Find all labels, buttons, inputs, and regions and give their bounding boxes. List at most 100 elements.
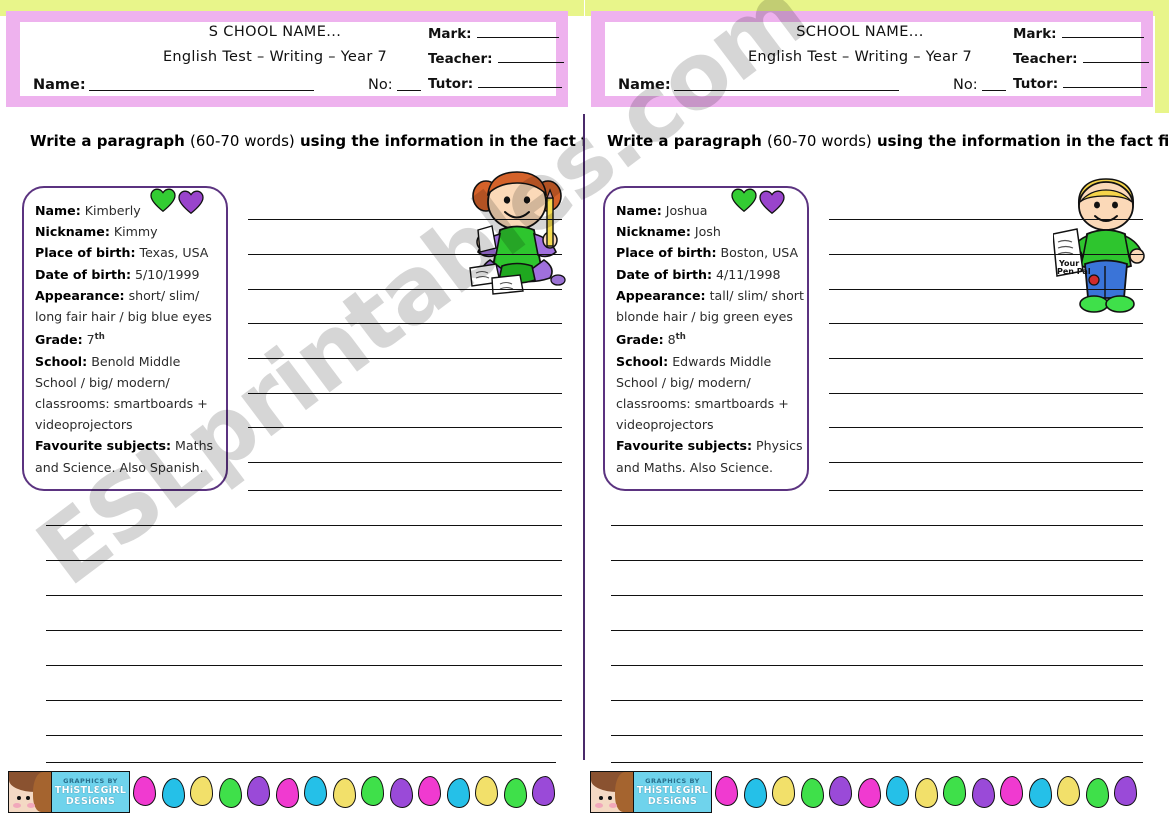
- name-blank-line[interactable]: [673, 77, 899, 91]
- writing-line[interactable]: [829, 254, 1143, 255]
- writing-line[interactable]: [248, 427, 562, 428]
- egg-decoration: [190, 776, 213, 806]
- writing-line[interactable]: [46, 700, 562, 701]
- writing-line[interactable]: [248, 323, 562, 324]
- writing-line[interactable]: [46, 560, 562, 561]
- no-label: No:: [368, 77, 393, 93]
- fact-value: Boston, USA: [720, 245, 799, 261]
- logo-eye-right: [26, 796, 30, 800]
- instruction-part-1: Write a paragraph: [30, 132, 191, 150]
- no-blank-line[interactable]: [396, 77, 421, 91]
- writing-line[interactable]: [248, 462, 562, 463]
- writing-line[interactable]: [46, 525, 562, 526]
- writing-line[interactable]: [611, 525, 1143, 526]
- writing-line[interactable]: [248, 289, 562, 290]
- fact-value: 8: [667, 332, 676, 348]
- fact-value-sup: th: [94, 332, 105, 343]
- tutor-blank-line[interactable]: [1063, 76, 1148, 88]
- fact-value: 4/11/1998: [716, 266, 781, 282]
- fact-label: School:: [616, 353, 669, 369]
- no-blank-line[interactable]: [981, 77, 1006, 91]
- writing-line[interactable]: [611, 560, 1143, 561]
- footer-rule: [46, 762, 556, 763]
- writing-line[interactable]: [829, 462, 1143, 463]
- writing-line[interactable]: [46, 735, 562, 736]
- writing-line[interactable]: [611, 665, 1143, 666]
- mark-label: Mark:: [1013, 26, 1057, 42]
- logo-line-1: GRAPHICS BY: [645, 777, 700, 785]
- logo-face-icon: [590, 771, 634, 813]
- mark-blank-line[interactable]: [1061, 26, 1144, 38]
- mark-field[interactable]: Mark:: [428, 26, 564, 41]
- teacher-blank-line[interactable]: [1082, 51, 1149, 63]
- writing-line[interactable]: [46, 665, 562, 666]
- teacher-field[interactable]: Teacher:: [428, 51, 564, 66]
- green-heart-icon: [731, 188, 757, 212]
- worksheet-page: S CHOOL NAME... English Test – Writing –…: [0, 0, 1169, 821]
- name-blank-line[interactable]: [88, 77, 314, 91]
- egg-decoration: [218, 778, 242, 808]
- writing-line[interactable]: [248, 254, 562, 255]
- egg-decoration: [532, 776, 555, 806]
- svg-text:Pen Pal: Pen Pal: [1057, 267, 1091, 276]
- header-green-band-right: [1155, 0, 1169, 113]
- writing-line[interactable]: [611, 700, 1143, 701]
- writing-line[interactable]: [248, 358, 562, 359]
- name-label: Name:: [618, 77, 671, 93]
- no-field-right[interactable]: No:: [953, 77, 1006, 93]
- fact-value: Kimmy: [113, 224, 158, 240]
- fact-row-school: School: Edwards Middle School / big/ mod…: [616, 351, 806, 436]
- writing-line[interactable]: [46, 595, 562, 596]
- mark-field[interactable]: Mark:: [1013, 26, 1149, 41]
- fact-row-favourite-subjects: Favourite subjects: Physics and Maths. A…: [616, 435, 806, 477]
- writing-line[interactable]: [611, 595, 1143, 596]
- worksheet-panel-right: SCHOOL NAME... English Test – Writing – …: [585, 0, 1169, 821]
- writing-line[interactable]: [829, 358, 1143, 359]
- writing-line[interactable]: [248, 219, 562, 220]
- egg-decoration: [133, 776, 156, 806]
- writing-line[interactable]: [248, 490, 562, 491]
- green-heart-icon: [150, 188, 176, 212]
- writing-line[interactable]: [829, 427, 1143, 428]
- test-title-left: English Test – Writing – Year 7: [162, 49, 388, 65]
- writing-line[interactable]: [248, 393, 562, 394]
- fact-label: Place of birth:: [616, 245, 717, 261]
- writing-line[interactable]: [829, 323, 1143, 324]
- egg-decoration: [943, 776, 966, 806]
- fact-row-date-of-birth: Date of birth: 5/10/1999: [35, 264, 225, 285]
- logo-cheek-left: [595, 803, 603, 808]
- name-field-right[interactable]: Name:: [618, 77, 903, 93]
- writing-line[interactable]: [829, 490, 1143, 491]
- name-field-left[interactable]: Name:: [33, 77, 318, 93]
- tutor-label: Tutor:: [428, 76, 474, 92]
- tutor-field[interactable]: Tutor:: [428, 76, 564, 91]
- writing-line[interactable]: [611, 630, 1143, 631]
- egg-decoration: [446, 778, 470, 808]
- logo-eye-left: [599, 796, 603, 800]
- fact-row-favourite-subjects: Favourite subjects: Maths and Science. A…: [35, 435, 225, 477]
- egg-decoration: [1114, 776, 1137, 806]
- writing-line[interactable]: [829, 219, 1143, 220]
- fact-value: Texas, USA: [139, 245, 209, 261]
- school-name-left: S CHOOL NAME...: [208, 24, 342, 40]
- egg-decoration: [772, 776, 795, 806]
- writing-line[interactable]: [829, 393, 1143, 394]
- teacher-field[interactable]: Teacher:: [1013, 51, 1149, 66]
- logo-band: GRAPHICS BY THiSTLƐGiRL DƐSiGNS: [51, 771, 130, 813]
- teacher-label: Teacher:: [1013, 51, 1078, 67]
- egg-decoration: [418, 776, 441, 806]
- writing-line[interactable]: [829, 289, 1143, 290]
- mark-blank-line[interactable]: [476, 26, 559, 38]
- writing-line[interactable]: [46, 630, 562, 631]
- logo-hair-side: [615, 772, 633, 812]
- tutor-blank-line[interactable]: [478, 76, 563, 88]
- no-field-left[interactable]: No:: [368, 77, 421, 93]
- teacher-blank-line[interactable]: [497, 51, 564, 63]
- egg-decoration: [914, 778, 938, 808]
- egg-decoration: [275, 778, 299, 808]
- fact-label: Date of birth:: [35, 266, 131, 282]
- logo-hair-side: [33, 772, 51, 812]
- fact-row-nickname: Nickname: Kimmy: [35, 221, 225, 242]
- writing-line[interactable]: [611, 735, 1143, 736]
- tutor-field[interactable]: Tutor:: [1013, 76, 1149, 91]
